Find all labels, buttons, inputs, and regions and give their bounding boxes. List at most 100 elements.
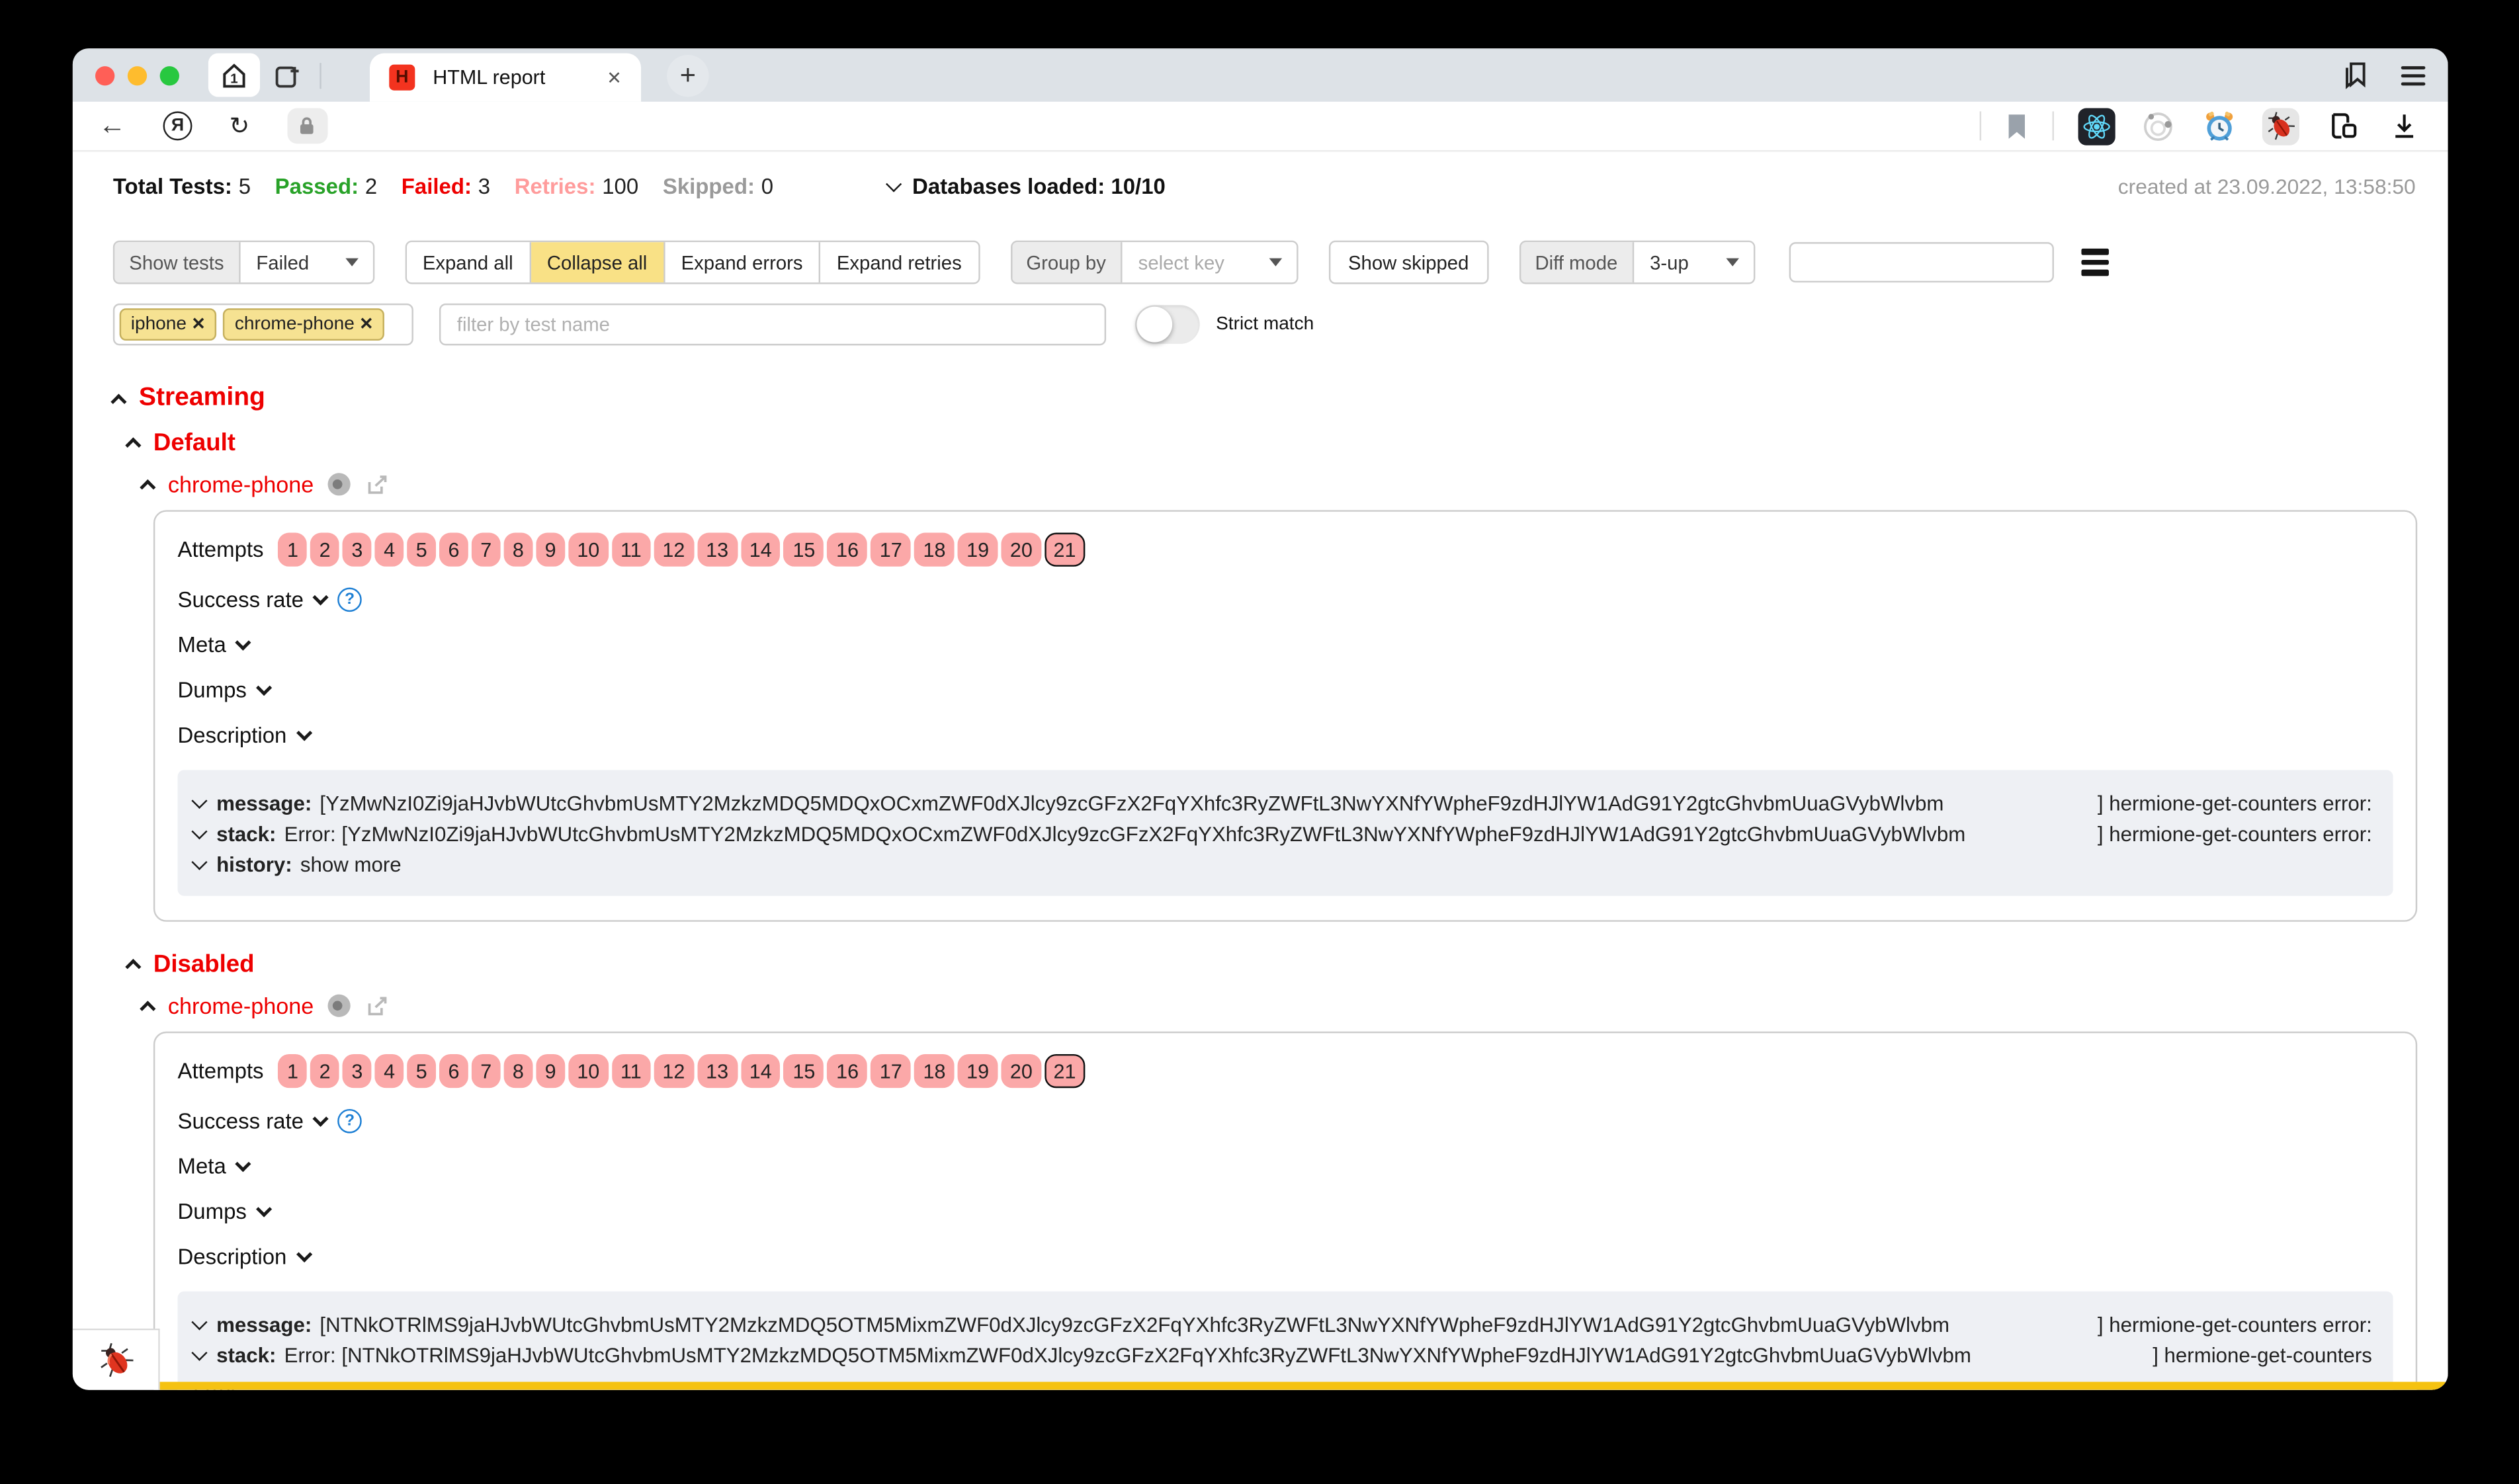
attempt-pills[interactable]: 123456789101112131415161718192021 — [278, 533, 1085, 567]
description-row[interactable]: Description — [178, 723, 2393, 748]
toolbar-search-input[interactable] — [1789, 242, 2053, 282]
share-icon[interactable] — [365, 993, 390, 1018]
eye-icon[interactable] — [328, 473, 351, 495]
attempt-pill-16[interactable]: 16 — [828, 533, 868, 567]
tab-html-report[interactable]: H HTML report ✕ — [370, 54, 641, 102]
new-tab-button[interactable]: + — [667, 54, 708, 96]
attempt-pill-18[interactable]: 18 — [914, 1054, 955, 1088]
alarm-clock-extension-icon[interactable] — [2201, 107, 2238, 144]
chip-close-icon[interactable]: ✕ — [359, 314, 374, 333]
attempt-pill-1[interactable]: 1 — [278, 533, 308, 567]
strict-match-toggle[interactable] — [1135, 304, 1200, 343]
attempt-pill-10[interactable]: 10 — [568, 1054, 609, 1088]
browser-row-chrome-phone[interactable]: chrome-phone — [73, 472, 2448, 497]
attempt-pill-20[interactable]: 20 — [1001, 533, 1041, 567]
attempt-pill-14[interactable]: 14 — [740, 533, 781, 567]
traffic-minimize-button[interactable] — [128, 65, 147, 85]
expand-retries-button[interactable]: Expand retries — [820, 242, 978, 282]
browser-filter-chips[interactable]: iphone✕ chrome-phone✕ — [113, 303, 413, 345]
attempt-pill-7[interactable]: 7 — [472, 533, 501, 567]
success-rate-row[interactable]: Success rate ? — [178, 588, 2393, 612]
attempt-pill-13[interactable]: 13 — [697, 1054, 738, 1088]
attempt-pill-8[interactable]: 8 — [503, 533, 533, 567]
attempt-pill-19[interactable]: 19 — [958, 1054, 998, 1088]
expand-all-button[interactable]: Expand all — [406, 242, 531, 282]
tab-groups-icon[interactable] — [2324, 107, 2361, 144]
attempt-pill-15[interactable]: 15 — [784, 1054, 824, 1088]
yandex-button[interactable]: Я — [163, 111, 192, 140]
attempt-pill-21[interactable]: 21 — [1045, 533, 1085, 567]
chip-chrome-phone[interactable]: chrome-phone✕ — [224, 308, 385, 340]
attempt-pill-4[interactable]: 4 — [375, 533, 404, 567]
error-stack-row[interactable]: stack: Error: [NTNkOTRlMS9jaHJvbWUtcGhvb… — [194, 1343, 2372, 1368]
chip-iphone[interactable]: iphone✕ — [120, 308, 217, 340]
attempt-pill-10[interactable]: 10 — [568, 533, 609, 567]
meta-row[interactable]: Meta — [178, 1154, 2393, 1178]
attempt-pill-4[interactable]: 4 — [375, 1054, 404, 1088]
attempt-pill-6[interactable]: 6 — [439, 1054, 468, 1088]
attempt-pill-20[interactable]: 20 — [1001, 1054, 1041, 1088]
bookmark-flag-icon[interactable] — [2006, 112, 2028, 140]
section-default[interactable]: Default — [73, 429, 2448, 456]
attempt-pill-13[interactable]: 13 — [697, 533, 738, 567]
traffic-close-button[interactable] — [95, 65, 114, 85]
dumps-row[interactable]: Dumps — [178, 678, 2393, 702]
back-button[interactable]: ← — [99, 110, 126, 142]
attempt-pill-3[interactable]: 3 — [343, 533, 372, 567]
reload-button[interactable]: ↻ — [230, 111, 250, 140]
attempt-pill-7[interactable]: 7 — [472, 1054, 501, 1088]
error-stack-row[interactable]: stack: Error: [YzMwNzI0Zi9jaHJvbWUtcGhvb… — [194, 821, 2372, 846]
attempt-pill-11[interactable]: 11 — [612, 1054, 651, 1088]
tab-close-icon[interactable]: ✕ — [607, 67, 622, 88]
attempt-pill-5[interactable]: 5 — [407, 1054, 436, 1088]
attempt-pill-19[interactable]: 19 — [958, 533, 998, 567]
attempt-pill-2[interactable]: 2 — [310, 533, 339, 567]
attempt-pill-12[interactable]: 12 — [654, 533, 694, 567]
attempt-pill-2[interactable]: 2 — [310, 1054, 339, 1088]
react-devtools-extension-icon[interactable] — [2078, 107, 2115, 144]
error-message-row[interactable]: message: [NTNkOTRlMS9jaHJvbWUtcGhvbmUsMT… — [194, 1313, 2372, 1337]
attempt-pills[interactable]: 123456789101112131415161718192021 — [278, 1054, 1085, 1088]
databases-loaded-toggle[interactable]: Databases loaded: 10/10 — [888, 175, 1165, 199]
diff-mode-select[interactable]: 3-up — [1634, 242, 1754, 282]
section-disabled[interactable]: Disabled — [73, 951, 2448, 978]
attempt-pill-17[interactable]: 17 — [871, 533, 911, 567]
help-icon[interactable]: ? — [337, 588, 362, 612]
bug-extension-icon[interactable] — [2262, 107, 2299, 144]
attempt-pill-6[interactable]: 6 — [439, 533, 468, 567]
attempt-pill-12[interactable]: 12 — [654, 1054, 694, 1088]
error-message-row[interactable]: message: [YzMwNzI0Zi9jaHJvbWUtcGhvbmUsMT… — [194, 791, 2372, 815]
toolbar-menu-icon[interactable] — [2081, 249, 2108, 276]
site-security-button[interactable] — [286, 108, 327, 144]
attempt-pill-17[interactable]: 17 — [871, 1054, 911, 1088]
show-tests-select[interactable]: Failed — [240, 242, 372, 282]
attempt-pill-8[interactable]: 8 — [503, 1054, 533, 1088]
attempt-pill-1[interactable]: 1 — [278, 1054, 308, 1088]
mobx-devtools-extension-icon[interactable] — [2139, 107, 2176, 144]
attempt-pill-16[interactable]: 16 — [828, 1054, 868, 1088]
success-rate-row[interactable]: Success rate ? — [178, 1109, 2393, 1134]
home-tab-button[interactable]: 1 — [208, 54, 260, 97]
browser-row-chrome-phone[interactable]: chrome-phone — [73, 993, 2448, 1018]
dumps-row[interactable]: Dumps — [178, 1200, 2393, 1224]
attempt-pill-21[interactable]: 21 — [1045, 1054, 1085, 1088]
test-name-filter-input[interactable] — [439, 303, 1106, 345]
downloads-icon[interactable] — [2385, 107, 2422, 144]
attempt-pill-14[interactable]: 14 — [740, 1054, 781, 1088]
attempt-pill-15[interactable]: 15 — [784, 533, 824, 567]
attempt-pill-3[interactable]: 3 — [343, 1054, 372, 1088]
help-icon[interactable]: ? — [337, 1109, 362, 1134]
eye-icon[interactable] — [328, 995, 351, 1017]
chip-close-icon[interactable]: ✕ — [191, 314, 206, 333]
meta-row[interactable]: Meta — [178, 633, 2393, 657]
traffic-zoom-button[interactable] — [160, 65, 179, 85]
share-icon[interactable] — [365, 472, 390, 497]
section-streaming[interactable]: Streaming — [73, 384, 2448, 413]
collapse-all-button[interactable]: Collapse all — [531, 242, 665, 282]
expand-errors-button[interactable]: Expand errors — [665, 242, 820, 282]
attempt-pill-9[interactable]: 9 — [536, 1054, 565, 1088]
show-more-link[interactable]: show more — [300, 852, 402, 877]
tabbar-menu-icon[interactable] — [2401, 65, 2426, 85]
bug-corner-widget[interactable] — [73, 1329, 160, 1390]
error-history-row[interactable]: history: show more — [194, 852, 2372, 877]
